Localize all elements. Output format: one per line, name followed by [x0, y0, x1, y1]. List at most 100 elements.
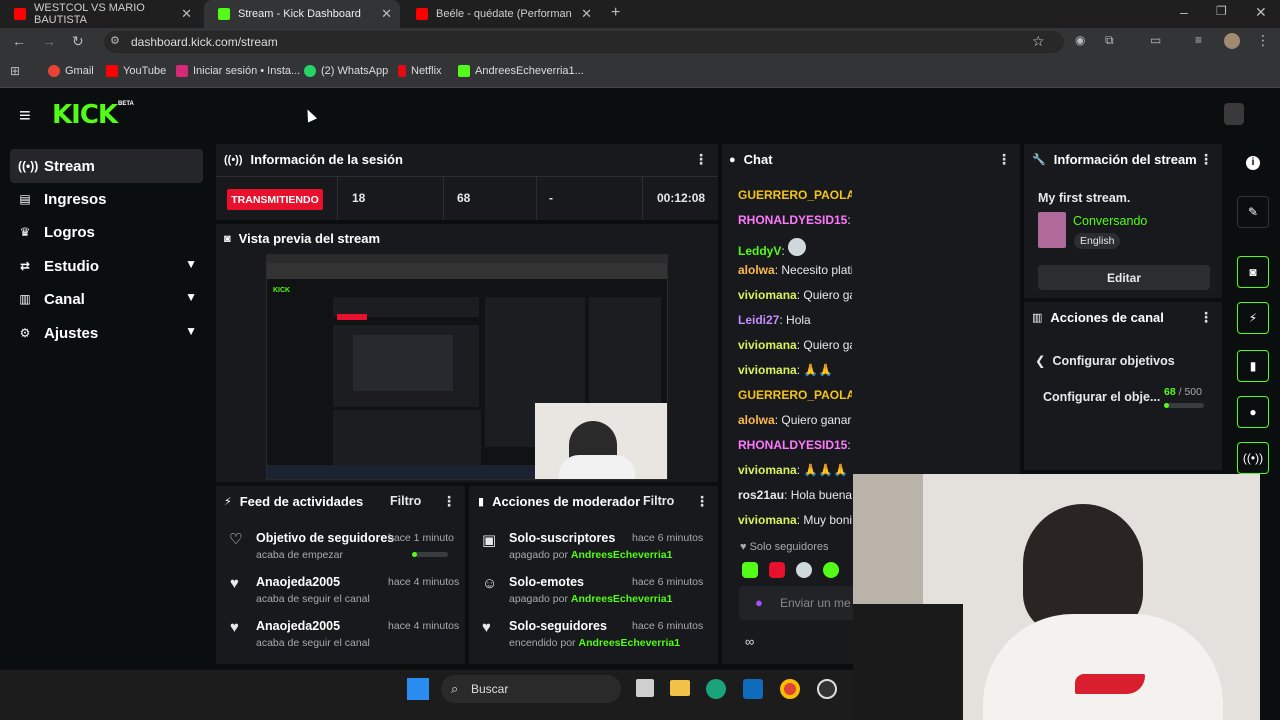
broadcast-button[interactable]: ((•)): [1237, 442, 1269, 474]
emote-quickbar: [742, 562, 852, 580]
chat-message[interactable]: alolwa: Quiero ganarrr: [738, 413, 852, 427]
chat-username[interactable]: viviomana: [738, 288, 797, 302]
mod-username-link[interactable]: AndreesEcheverria1: [578, 637, 680, 649]
microphone-icon[interactable]: ●: [755, 595, 763, 610]
outlook-icon[interactable]: [743, 679, 763, 699]
emote-icon[interactable]: [796, 562, 812, 578]
chat-username[interactable]: GUERRERO_PAOLA: [738, 188, 852, 202]
windows-start-icon[interactable]: [407, 678, 429, 700]
category-thumbnail[interactable]: [1038, 212, 1066, 248]
chat-message[interactable]: viviomana: Quiero ganar: [738, 288, 852, 302]
edit-pencil-button[interactable]: ✎: [1237, 196, 1269, 228]
language-tag: English: [1074, 233, 1121, 249]
user-avatar[interactable]: [1224, 103, 1244, 125]
file-explorer-icon[interactable]: [670, 680, 690, 696]
minimize-icon[interactable]: –: [1180, 4, 1188, 20]
mod-username-link[interactable]: AndreesEcheverria1: [571, 549, 673, 561]
more-options-icon[interactable]: ⋮: [997, 151, 1011, 168]
emote-icon: ☺: [482, 575, 498, 592]
task-view-icon[interactable]: [636, 679, 654, 697]
camera-button[interactable]: ◙: [1237, 256, 1269, 288]
maximize-icon[interactable]: ❐: [1216, 4, 1227, 18]
chat-message[interactable]: alolwa: Necesito platica: [738, 263, 852, 277]
chat-message-list[interactable]: GUERRERO_PAOLA: RHONALDYESID15: Necesito…: [0, 0, 852, 540]
chat-username[interactable]: viviomana: [738, 338, 797, 352]
infinity-icon[interactable]: ∞: [745, 634, 754, 649]
mod-action-verb: apagado por: [509, 593, 568, 605]
chat-message[interactable]: viviomana: 🙏🙏🙏: [738, 463, 848, 477]
chat-button[interactable]: ●: [1237, 396, 1269, 428]
pencil-icon: ✎: [1247, 205, 1259, 219]
chat-message[interactable]: GUERRERO_PAOLA:: [738, 188, 852, 202]
mod-action-subtitle: apagado por AndreesEcheverria1: [509, 593, 672, 605]
search-icon: ⌕: [451, 681, 459, 696]
chat-username[interactable]: viviomana: [738, 513, 797, 527]
edge-icon[interactable]: [706, 679, 726, 699]
chat-text: Hola buenas: [790, 488, 852, 502]
info-icon[interactable]: i: [1246, 156, 1260, 170]
chat-message[interactable]: viviomana: 🙏🙏: [738, 363, 833, 377]
chat-message[interactable]: GUERRERO_PAOLA:: [738, 388, 852, 402]
activity-time: hace 4 minutos: [388, 576, 460, 588]
webcam-overlay: [853, 474, 1260, 720]
chat-message[interactable]: RHONALDYESID15: Necesito platica: [738, 213, 852, 227]
chat-text: Quiero ganar: [803, 338, 852, 352]
lightning-button[interactable]: ⚡: [1237, 302, 1269, 334]
obs-icon[interactable]: [817, 679, 837, 699]
chat-message[interactable]: RHONALDYESID15: Hola quisiera ganar: [738, 438, 852, 452]
shield-button[interactable]: ▮: [1237, 350, 1269, 382]
chat-message[interactable]: Leidi27: Hola: [738, 313, 811, 327]
chat-text: 🙏🙏🙏: [803, 463, 849, 477]
heart-icon: ♥: [230, 619, 239, 636]
chevron-left-icon: ❮: [1035, 354, 1046, 368]
chat-text: 🙏🙏: [803, 363, 834, 377]
chat-username[interactable]: alolwa: [738, 413, 775, 427]
chrome-icon[interactable]: [780, 679, 800, 699]
chat-username[interactable]: ros21au: [738, 488, 784, 502]
chat-username[interactable]: viviomana: [738, 463, 797, 477]
chat-message[interactable]: ros21au: Hola buenas: [738, 488, 852, 502]
chat-message[interactable]: viviomana: Muy bonita: [738, 513, 852, 527]
more-options-icon[interactable]: ⋮: [1199, 309, 1213, 326]
more-options-icon[interactable]: ⋮: [1199, 151, 1213, 168]
chat-message[interactable]: viviomana: Quiero ganar: [738, 338, 852, 352]
chat-username[interactable]: alolwa: [738, 263, 775, 277]
goal-item[interactable]: Configurar el obje...: [1043, 390, 1160, 404]
chat-username[interactable]: RHONALDYESID15: [738, 213, 847, 227]
chat-bubble-icon: ●: [1249, 405, 1257, 419]
chat-username[interactable]: Leidi27: [738, 313, 779, 327]
chat-message[interactable]: LeddyV:: [738, 238, 810, 258]
menu-icon[interactable]: ⋮: [1256, 32, 1270, 49]
back-to-goals[interactable]: ❮ Configurar objetivos: [1035, 353, 1175, 368]
mod-action-time: hace 6 minutos: [632, 576, 704, 588]
goal-count: 68 / 500: [1164, 386, 1202, 398]
chat-text: Muy bonita: [803, 513, 852, 527]
extensions-puzzle-icon[interactable]: ⧉: [1105, 33, 1114, 48]
taskbar-search[interactable]: ⌕ Buscar: [441, 675, 621, 703]
chat-username[interactable]: RHONALDYESID15: [738, 438, 847, 452]
goal-progress-fill: [412, 552, 417, 557]
emote-icon[interactable]: [823, 562, 839, 578]
cast-icon[interactable]: ▭: [1150, 33, 1161, 47]
edit-button[interactable]: Editar: [1038, 265, 1210, 290]
window-close-icon[interactable]: ✕: [1255, 4, 1267, 21]
activity-title: Anaojeda2005: [256, 575, 341, 589]
mod-username-link[interactable]: AndreesEcheverria1: [571, 593, 673, 605]
profile-avatar[interactable]: [1224, 33, 1240, 49]
bookmark-star-icon[interactable]: ☆: [1032, 33, 1045, 50]
chat-username[interactable]: viviomana: [738, 363, 797, 377]
goals-label: Configurar objetivos: [1052, 354, 1175, 368]
chat-username[interactable]: LeddyV: [738, 244, 781, 258]
heart-icon: ♥: [230, 575, 239, 592]
mod-action-verb: apagado por: [509, 549, 568, 561]
emote-icon[interactable]: [742, 562, 758, 578]
chat-username[interactable]: GUERRERO_PAOLA: [738, 388, 852, 402]
media-icon[interactable]: ≡: [1195, 33, 1202, 47]
chat-input[interactable]: ● Enviar un me: [739, 586, 857, 620]
emote-icon[interactable]: [769, 562, 785, 578]
extension-icon[interactable]: ◉: [1075, 33, 1085, 47]
panel-title: 🔧 Información del stream: [1032, 152, 1197, 167]
category-link[interactable]: Conversando: [1073, 214, 1147, 228]
goal-total: / 500: [1178, 386, 1202, 398]
activity-subtitle: acaba de empezar: [256, 549, 343, 561]
